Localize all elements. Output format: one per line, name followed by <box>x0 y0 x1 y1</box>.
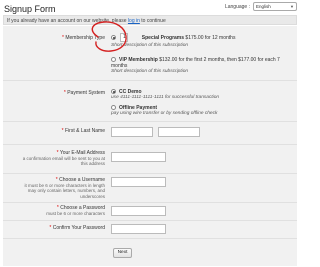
next-button[interactable]: Next <box>113 248 132 258</box>
language-switcher: Language : English ▼ <box>225 2 297 11</box>
username-row: * Choose a Username it must be 6 or more… <box>3 173 297 201</box>
membership-option-1[interactable]: 1 Special Programs $175.00 for 12 months… <box>111 33 291 49</box>
username-control <box>111 177 166 189</box>
actions-row: Next <box>3 238 297 266</box>
confirm-control <box>111 224 166 236</box>
name-label-text: First & Last Name <box>64 128 105 134</box>
payment-radio-2[interactable] <box>111 105 116 111</box>
membership-label: * Membership Type <box>62 35 105 41</box>
last-name-input[interactable] <box>158 127 201 137</box>
membership-option-2-description: Short description of this subscription <box>111 69 189 74</box>
membership-radio-2[interactable] <box>111 57 116 63</box>
payment-label-text: Payment System <box>67 90 105 96</box>
username-hint: it must be 6 or more characters in lengt… <box>24 183 105 199</box>
membership-option-1-price: $175.00 for 12 months <box>185 34 236 41</box>
page-title: Signup Form <box>4 4 56 14</box>
payment-option-1-description: use 4111-1111-1111-1111 for successful t… <box>111 95 220 100</box>
login-link[interactable]: log in <box>128 18 140 24</box>
payment-option-2[interactable]: Offline Payment pay using wire transfer … <box>111 105 291 117</box>
confirm-password-input[interactable] <box>111 224 166 234</box>
payment-option-2-description: pay using wire transfer or by sending of… <box>111 111 218 116</box>
membership-option-2[interactable]: VIP Membership $132.00 for the first 2 m… <box>111 57 291 75</box>
password-hint: must be 6 or more characters <box>46 211 105 216</box>
first-name-input[interactable] <box>111 127 153 137</box>
email-control <box>111 152 166 164</box>
name-label: * First & Last Name <box>61 128 105 134</box>
email-label: * Your E-Mail Address a confirmation ema… <box>15 150 105 167</box>
membership-option-1-value: 1 <box>120 33 129 42</box>
membership-row: * Membership Type 1 Special Programs $17… <box>3 26 297 79</box>
payment-label: * Payment System <box>63 90 105 96</box>
signup-form: * Membership Type 1 Special Programs $17… <box>3 26 297 266</box>
confirm-row: * Confirm Your Password <box>3 220 297 237</box>
chevron-down-icon: ▼ <box>290 4 294 9</box>
password-control <box>111 206 166 218</box>
language-select[interactable]: English ▼ <box>253 2 297 11</box>
notice-text-before: If you already have an account on our we… <box>7 18 128 24</box>
confirm-label-text: Confirm Your Password <box>52 225 105 231</box>
membership-label-text: Membership Type <box>65 35 105 41</box>
confirm-label: * Confirm Your Password <box>49 225 105 231</box>
password-row: * Choose a Password must be 6 or more ch… <box>3 202 297 219</box>
password-input[interactable] <box>111 206 166 216</box>
membership-radio-1[interactable] <box>111 35 116 40</box>
name-row: * First & Last Name <box>3 121 297 143</box>
password-label: * Choose a Password must be 6 or more ch… <box>15 205 105 216</box>
membership-option-1-title: Special Programs <box>141 34 185 41</box>
payment-option-1[interactable]: CC Demo use 4111-1111-1111-1111 for succ… <box>111 89 291 101</box>
username-label: * Choose a Username it must be 6 or more… <box>15 177 105 199</box>
membership-option-1-description: Short description of this subscription <box>111 43 189 48</box>
notice-text-after: to continue <box>139 18 166 24</box>
login-notice: If you already have an account on our we… <box>3 15 297 25</box>
payment-radio-1[interactable] <box>111 89 116 95</box>
email-row: * Your E-Mail Address a confirmation ema… <box>3 144 297 172</box>
language-label: Language : <box>224 3 250 10</box>
name-inputs <box>111 127 201 139</box>
email-hint: a confirmation email will be sent to you… <box>22 156 105 167</box>
payment-row: * Payment System CC Demo use 4111-1111-1… <box>3 80 297 120</box>
language-value: English <box>256 4 271 9</box>
email-input[interactable] <box>111 152 166 162</box>
username-input[interactable] <box>111 177 166 187</box>
